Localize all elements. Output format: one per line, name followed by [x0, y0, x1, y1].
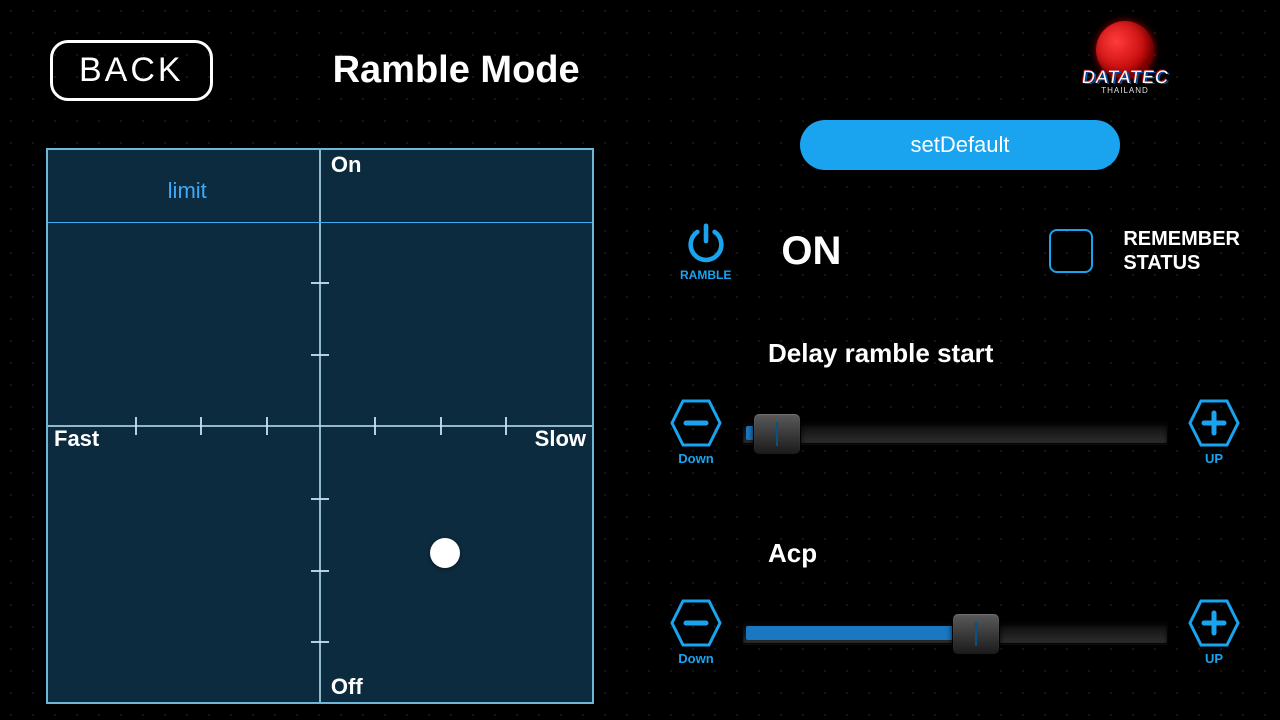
pad-tick: [135, 417, 137, 435]
slider-up-button[interactable]: UP: [1188, 599, 1240, 666]
slider-up-label: UP: [1205, 651, 1223, 666]
pad-tick: [266, 417, 268, 435]
logo-brand-text: DATATEC: [1080, 67, 1170, 88]
pad-tick: [374, 417, 376, 435]
pad-label-slow: Slow: [535, 426, 586, 452]
remember-status-label: REMEMBERSTATUS: [1123, 227, 1240, 275]
pad-tick: [311, 354, 329, 356]
pad-tick: [311, 641, 329, 643]
slider-title-acp: Acp: [768, 538, 1240, 569]
slider-down-label: Down: [678, 651, 713, 666]
slider-down-button[interactable]: Down: [670, 399, 722, 466]
power-caption: RAMBLE: [680, 268, 731, 282]
plus-hex-icon: [1188, 399, 1240, 447]
pad-limit-line: [48, 222, 592, 223]
slider-thumb[interactable]: [753, 413, 801, 455]
page-title: Ramble Mode: [333, 49, 580, 92]
pad-tick: [311, 570, 329, 572]
delay-slider[interactable]: [742, 422, 1168, 444]
xy-pad[interactable]: limit On Off Fast Slow: [46, 148, 594, 704]
slider-fill: [746, 626, 979, 640]
slider-down-label: Down: [678, 451, 713, 466]
slider-thumb[interactable]: [952, 613, 1000, 655]
acp-slider[interactable]: [742, 622, 1168, 644]
pad-point-handle[interactable]: [430, 538, 460, 568]
slider-title-delay: Delay ramble start: [768, 338, 1240, 369]
slider-up-label: UP: [1205, 451, 1223, 466]
brand-logo: DATATEC THAILAND: [1070, 20, 1180, 95]
power-icon: [683, 220, 729, 266]
pad-label-on: On: [331, 152, 362, 178]
pad-tick: [440, 417, 442, 435]
power-toggle[interactable]: RAMBLE: [680, 220, 731, 282]
pad-horizontal-axis: [48, 425, 592, 427]
pad-tick: [311, 282, 329, 284]
remember-status-checkbox[interactable]: [1049, 229, 1093, 273]
set-default-button[interactable]: setDefault: [800, 120, 1120, 170]
power-state-label: ON: [781, 229, 841, 274]
pad-label-fast: Fast: [54, 426, 99, 452]
slider-down-button[interactable]: Down: [670, 599, 722, 666]
back-button[interactable]: BACK: [50, 40, 213, 101]
slider-up-button[interactable]: UP: [1188, 399, 1240, 466]
pad-tick: [505, 417, 507, 435]
pad-label-off: Off: [331, 674, 363, 700]
pad-limit-label: limit: [168, 178, 207, 204]
pad-tick: [311, 498, 329, 500]
pad-tick: [200, 417, 202, 435]
minus-hex-icon: [670, 399, 722, 447]
plus-hex-icon: [1188, 599, 1240, 647]
minus-hex-icon: [670, 599, 722, 647]
